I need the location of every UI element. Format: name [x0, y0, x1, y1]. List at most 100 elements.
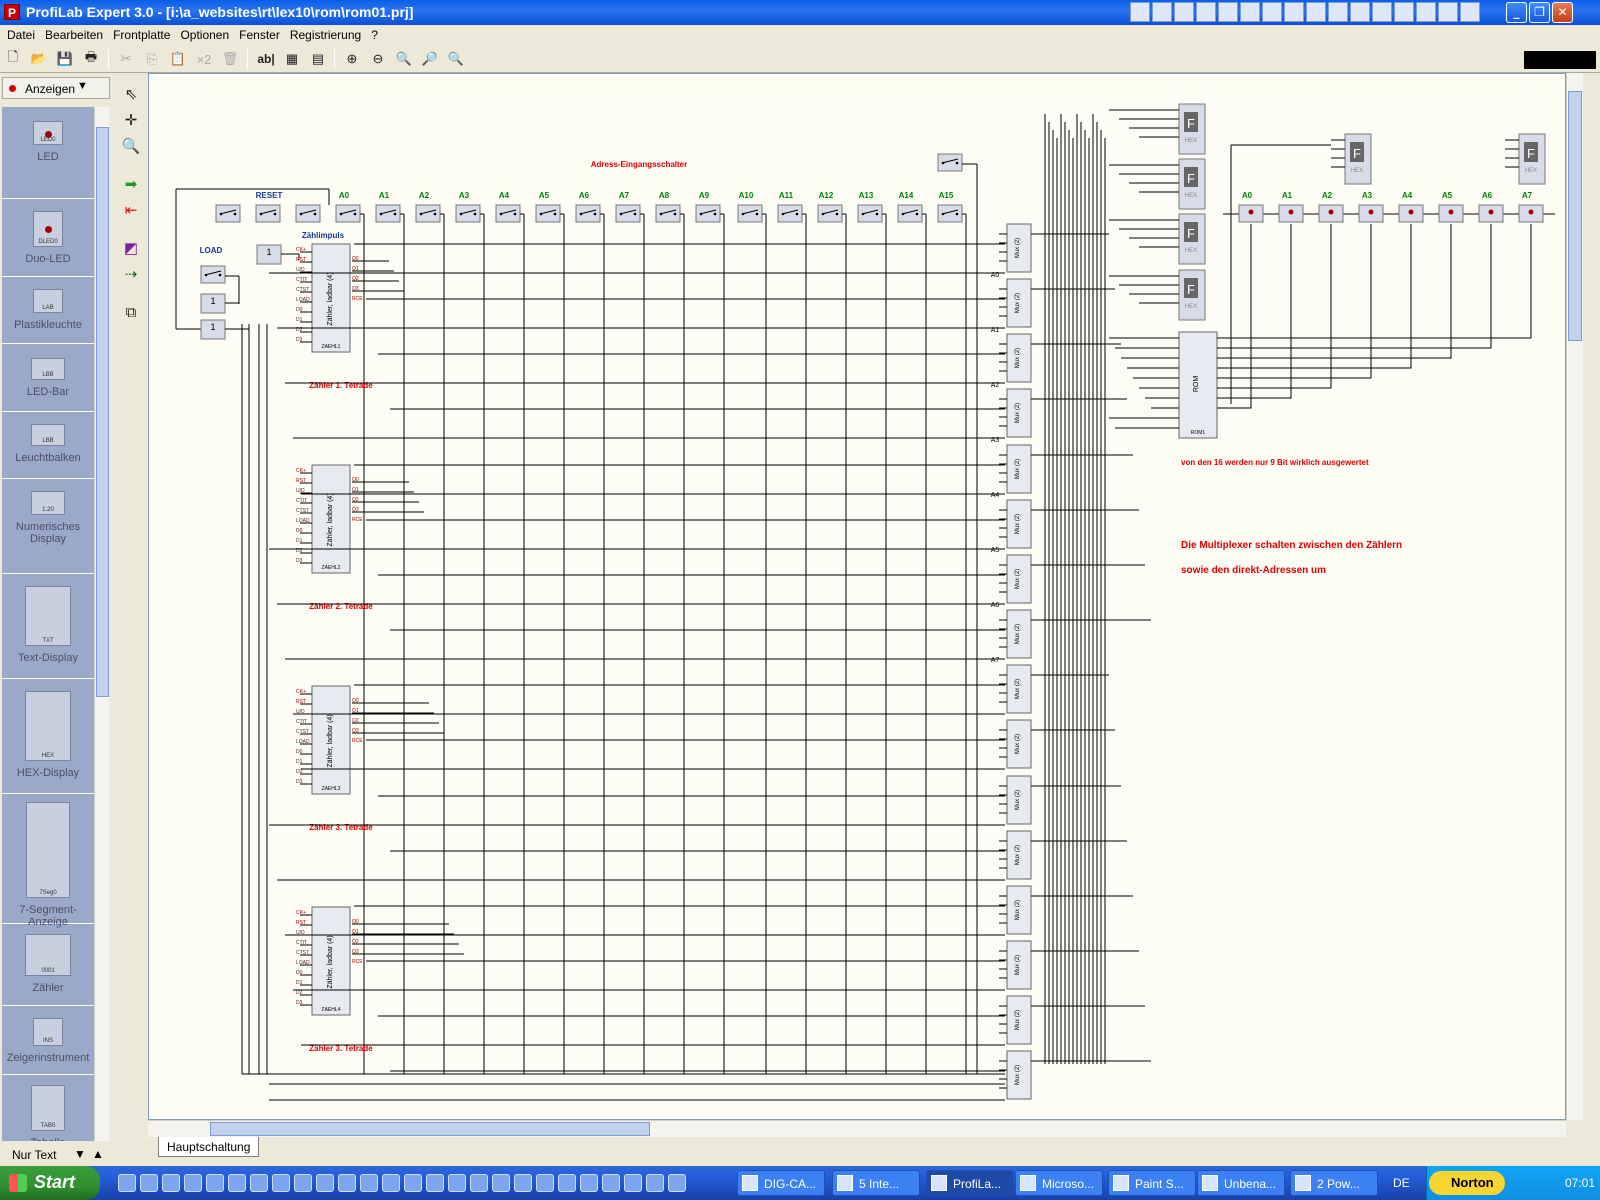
- address-switch[interactable]: [335, 204, 361, 223]
- close-button[interactable]: ✕: [1552, 2, 1573, 23]
- multiplexer[interactable]: Mux (2): [999, 388, 1041, 438]
- menu-fenster[interactable]: Fenster: [234, 25, 285, 45]
- magnify-icon[interactable]: 🔍: [120, 135, 142, 157]
- multiplexer[interactable]: Mux (2): [999, 223, 1041, 273]
- mail-tray-icon[interactable]: [1196, 2, 1216, 22]
- quick-launch-icon[interactable]: [470, 1174, 488, 1192]
- edit-tray-icon[interactable]: [1240, 2, 1260, 22]
- language-indicator[interactable]: DE: [1393, 1176, 1410, 1190]
- zoom-fit-icon[interactable]: 🔍: [394, 49, 414, 69]
- multiplexer[interactable]: Mux (2): [999, 940, 1041, 990]
- word-tray-icon[interactable]: [1328, 2, 1348, 22]
- reset-button-1[interactable]: [215, 204, 241, 223]
- crosshair-icon[interactable]: ✛: [120, 109, 142, 131]
- quick-launch-icon[interactable]: [492, 1174, 510, 1192]
- menu-datei[interactable]: Datei: [2, 25, 40, 45]
- multiplexer[interactable]: Mux (2): [999, 444, 1041, 494]
- palette-item[interactable]: DLED0 Duo-LED: [2, 199, 94, 277]
- schematic-canvas[interactable]: Adress-Eingangsschalter RESET LOAD Zählimpu…: [148, 73, 1566, 1120]
- menu-frontplatte[interactable]: Frontplatte: [108, 25, 175, 45]
- multiplexer[interactable]: Mux (2): [999, 830, 1041, 880]
- excel-tray-icon[interactable]: [1350, 2, 1370, 22]
- color-tray-icon[interactable]: [1394, 2, 1414, 22]
- palette-item[interactable]: LAB Plastikleuchte: [2, 277, 94, 344]
- zoom-all-icon[interactable]: 🔎: [420, 49, 440, 69]
- address-switch[interactable]: [455, 204, 481, 223]
- palette-item[interactable]: 7Seg0 7-Segment-Anzeige: [2, 794, 94, 928]
- multiplexer[interactable]: Mux (2): [999, 278, 1041, 328]
- run-icon[interactable]: ➡: [120, 173, 142, 195]
- quick-launch-icon[interactable]: [140, 1174, 158, 1192]
- palette-scrollbar[interactable]: [94, 107, 109, 1141]
- address-switch[interactable]: [937, 204, 963, 223]
- palette-item[interactable]: 0001 Zähler: [2, 924, 94, 1006]
- address-switch[interactable]: [535, 204, 561, 223]
- address-switch[interactable]: [495, 204, 521, 223]
- list-tray-icon[interactable]: [1262, 2, 1282, 22]
- sync-tray-icon[interactable]: [1460, 2, 1480, 22]
- taskbar-item[interactable]: Unbena...: [1197, 1170, 1285, 1196]
- address-switch[interactable]: [575, 204, 601, 223]
- quick-launch-icon[interactable]: [404, 1174, 422, 1192]
- grid-dense-icon[interactable]: ▤: [308, 49, 328, 69]
- taskbar-item[interactable]: 2 Pow...: [1290, 1170, 1378, 1196]
- layer-icon[interactable]: ⧉: [120, 301, 142, 323]
- quick-launch-icon[interactable]: [184, 1174, 202, 1192]
- palette-item[interactable]: LBB LED-Bar: [2, 344, 94, 412]
- quick-launch-icon[interactable]: [250, 1174, 268, 1192]
- norton-badge[interactable]: Norton: [1429, 1171, 1505, 1195]
- quick-launch-icon[interactable]: [448, 1174, 466, 1192]
- print-icon[interactable]: 🖶: [81, 49, 101, 69]
- minimize-button[interactable]: _: [1506, 2, 1527, 23]
- counter-block[interactable]: Zähler, ladbar (4)ZAEHL4CK+RSTU/DCTITCTS…: [296, 906, 363, 1016]
- quick-launch-icon[interactable]: [558, 1174, 576, 1192]
- palette-item[interactable]: TAB0 Tabelle: [2, 1075, 94, 1141]
- address-switch[interactable]: [415, 204, 441, 223]
- menu-registrierung[interactable]: Registrierung: [285, 25, 366, 45]
- ppt-tray-icon[interactable]: [1372, 2, 1392, 22]
- restore-button[interactable]: ❐: [1529, 2, 1550, 23]
- palette-category-select[interactable]: Anzeigen ▼: [2, 77, 110, 99]
- quick-launch-icon[interactable]: [602, 1174, 620, 1192]
- quick-launch-icon[interactable]: [228, 1174, 246, 1192]
- quick-launch-icon[interactable]: [206, 1174, 224, 1192]
- quick-launch-icon[interactable]: [580, 1174, 598, 1192]
- palette-item[interactable]: HEX HEX-Display: [2, 679, 94, 794]
- msg-tray-icon[interactable]: [1284, 2, 1304, 22]
- zoom-out-icon[interactable]: ⊖: [368, 49, 388, 69]
- chevron-down-icon[interactable]: ▼: [74, 1147, 86, 1161]
- quick-launch-icon[interactable]: [514, 1174, 532, 1192]
- taskbar-item[interactable]: DIG-CA...: [737, 1170, 825, 1196]
- new-icon[interactable]: 🗋: [3, 49, 23, 69]
- term-tray-icon[interactable]: [1306, 2, 1326, 22]
- delete-icon[interactable]: 🗑: [220, 49, 240, 69]
- duplicate-icon[interactable]: ×2: [194, 49, 214, 69]
- quick-launch-icon[interactable]: [338, 1174, 356, 1192]
- address-switch[interactable]: [655, 204, 681, 223]
- view-mode-label[interactable]: Nur Text: [12, 1148, 56, 1162]
- dict-tray-icon[interactable]: [1416, 2, 1436, 22]
- quick-launch-icon[interactable]: [668, 1174, 686, 1192]
- taskbar-item[interactable]: 5 Inte...: [832, 1170, 920, 1196]
- cut-icon[interactable]: ✂: [116, 49, 136, 69]
- canvas-vertical-scrollbar[interactable]: [1566, 73, 1583, 1120]
- pointer-icon[interactable]: ⇖: [120, 83, 142, 105]
- palette-item[interactable]: LBB Leuchtbalken: [2, 412, 94, 479]
- counter-block[interactable]: Zähler, ladbar (4) ZAEHL1 CK+ RST U/D CTIT CTS…: [296, 243, 363, 353]
- quick-launch-icon[interactable]: [272, 1174, 290, 1192]
- quick-launch-icon[interactable]: [118, 1174, 136, 1192]
- address-switch[interactable]: [857, 204, 883, 223]
- counter-block[interactable]: Zähler, ladbar (4)ZAEHL3CK+RSTU/DCTITCTS…: [296, 685, 363, 795]
- quick-launch-icon[interactable]: [162, 1174, 180, 1192]
- load-switch[interactable]: [200, 265, 226, 284]
- address-switch[interactable]: [777, 204, 803, 223]
- canvas-horizontal-scrollbar[interactable]: [148, 1120, 1566, 1137]
- taskbar-item[interactable]: Paint S...: [1108, 1170, 1196, 1196]
- menu-help[interactable]: ?: [366, 25, 383, 45]
- quick-launch-icon[interactable]: [360, 1174, 378, 1192]
- stop-icon[interactable]: ⇤: [120, 199, 142, 221]
- rom-block[interactable]: ROM ROM1: [1171, 331, 1225, 439]
- zoom-in-icon[interactable]: ⊕: [342, 49, 362, 69]
- schematic-drawing[interactable]: Adress-Eingangsschalter RESET LOAD Zählimpu…: [149, 74, 1566, 1120]
- fav-tray-icon[interactable]: [1174, 2, 1194, 22]
